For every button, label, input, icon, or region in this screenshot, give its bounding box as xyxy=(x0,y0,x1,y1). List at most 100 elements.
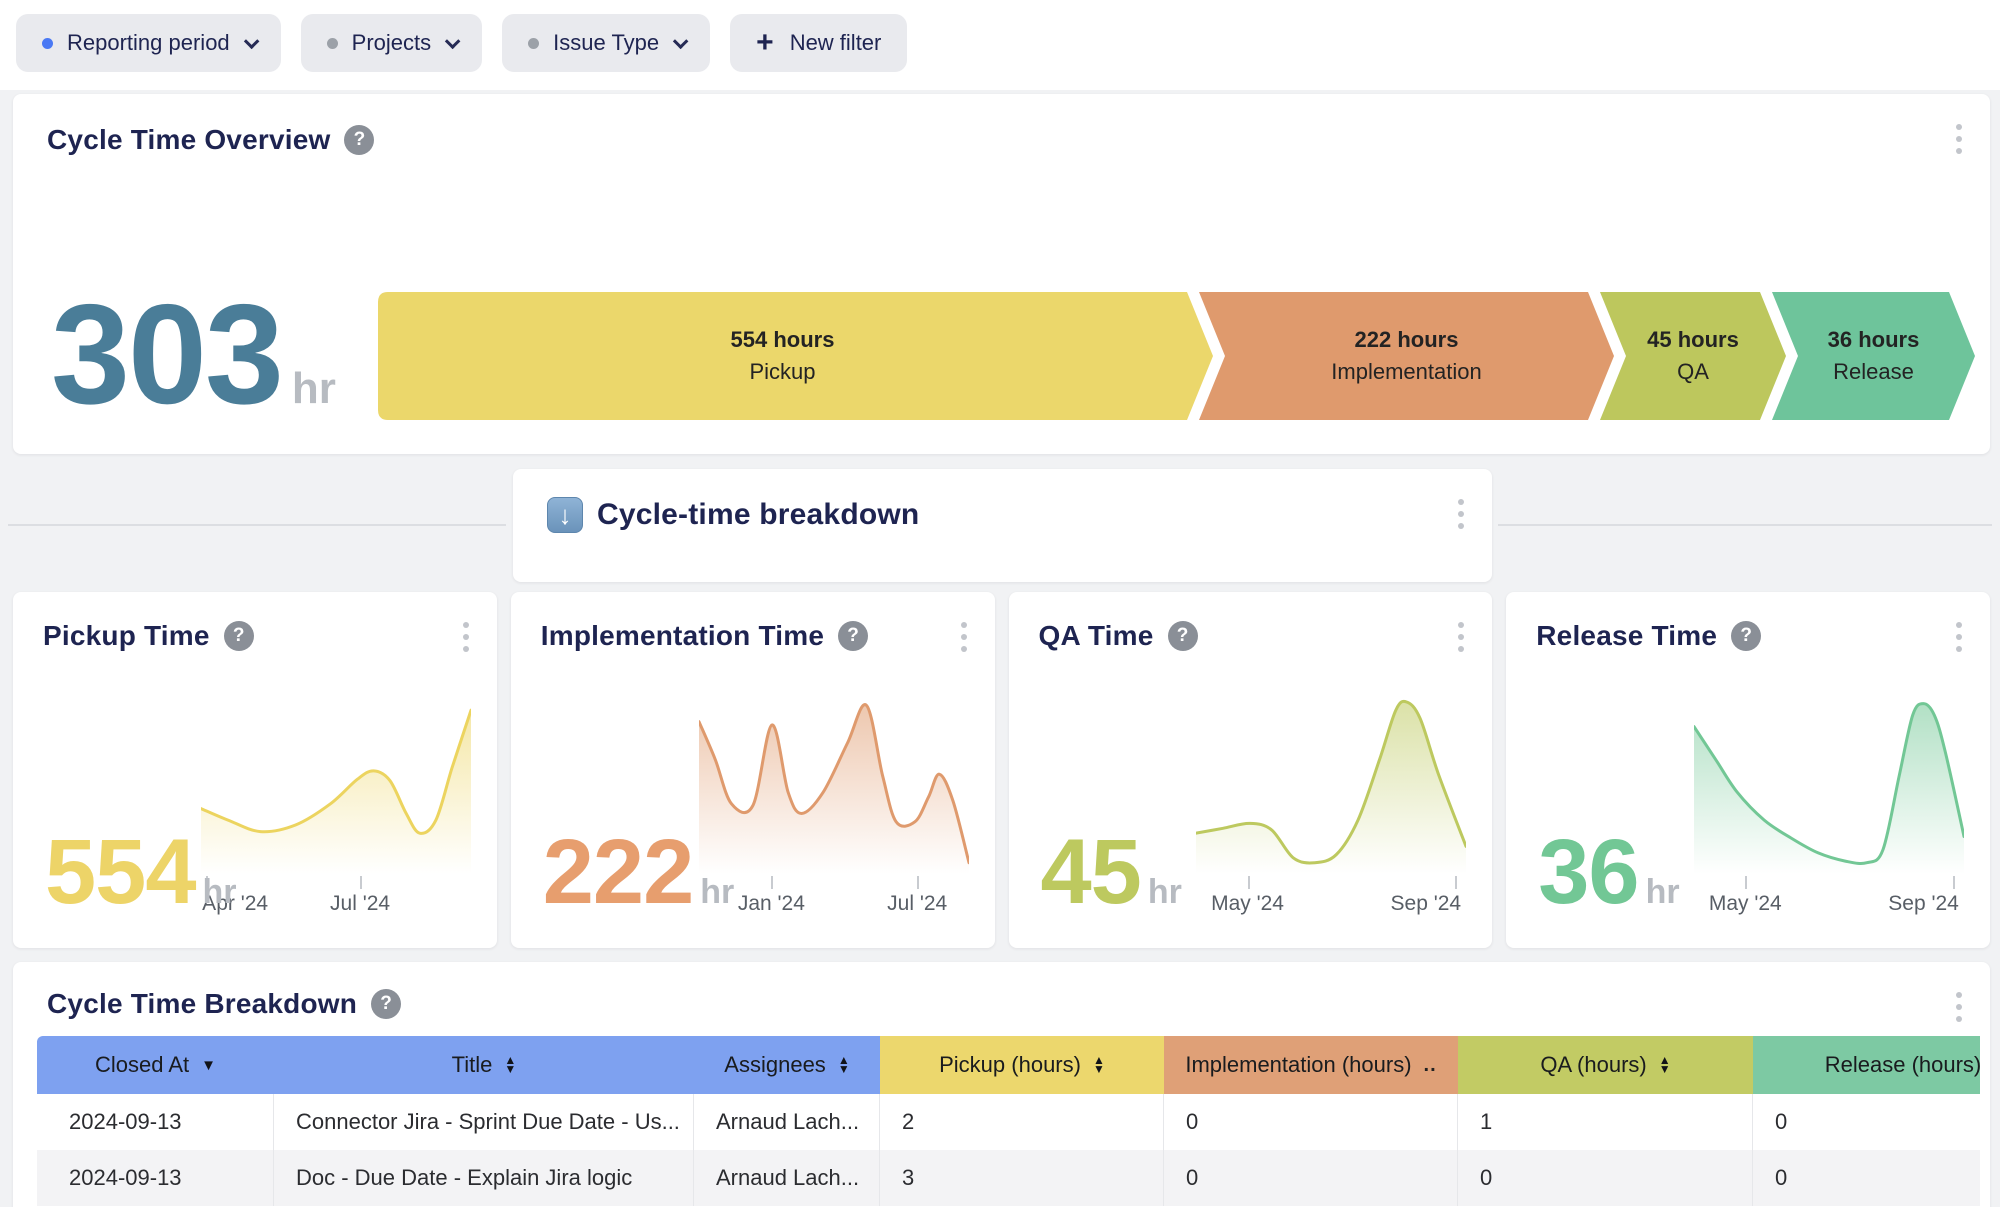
chevron-down-icon xyxy=(244,33,260,49)
column-header-qa-hours-[interactable]: QA (hours) ▲▼ xyxy=(1458,1036,1753,1094)
column-header-assignees[interactable]: Assignees▲▼ xyxy=(694,1036,880,1094)
metric-card-title: Pickup Time xyxy=(43,620,210,652)
column-header-label: Pickup (hours) xyxy=(939,1052,1081,1078)
filter-dot-icon xyxy=(528,38,539,49)
help-icon[interactable]: ? xyxy=(1168,621,1198,651)
cycle-time-funnel: 554 hoursPickup222 hoursImplementation45… xyxy=(378,292,1988,420)
filter-bar: Reporting period Projects Issue Type + N… xyxy=(16,14,907,72)
help-icon[interactable]: ? xyxy=(371,989,401,1019)
sparkline-chart xyxy=(201,696,471,874)
column-header-label: Implementation (hours) xyxy=(1185,1052,1411,1078)
table-cell: Arnaud Lach... xyxy=(694,1150,880,1206)
cycle-time-breakdown-header-card: ↓ Cycle-time breakdown xyxy=(513,469,1492,582)
cycle-time-overview-card: Cycle Time Overview ? 303 hr 554 hoursPi… xyxy=(13,94,1990,454)
table-row[interactable]: 2024-09-13Connector Jira - Sprint Due Da… xyxy=(37,1094,1980,1150)
x-axis-label: Jul '24 xyxy=(330,892,390,916)
tick-mark xyxy=(917,876,919,889)
plus-icon: + xyxy=(756,28,774,58)
new-filter-button[interactable]: + New filter xyxy=(730,14,907,72)
chevron-down-icon xyxy=(673,33,689,49)
filter-button-issue-type[interactable]: Issue Type xyxy=(502,14,710,72)
column-header-label: Release (hours) xyxy=(1825,1052,1980,1078)
filter-dot-icon xyxy=(42,38,53,49)
tick-mark xyxy=(360,876,362,889)
metric-card-title: Implementation Time xyxy=(541,620,824,652)
table-body: 2024-09-13Connector Jira - Sprint Due Da… xyxy=(37,1094,1980,1206)
tick-mark xyxy=(1953,876,1955,889)
kebab-menu-icon[interactable] xyxy=(1452,616,1470,658)
x-axis-label: May '24 xyxy=(1709,892,1782,916)
metric-card-pickup-time: Pickup Time ? Apr '24Jul '24 554 hr xyxy=(13,592,497,948)
help-icon[interactable]: ? xyxy=(344,125,374,155)
total-cycle-time: 303 hr xyxy=(51,284,336,426)
help-icon[interactable]: ? xyxy=(1731,621,1761,651)
metric-value: 45 hr xyxy=(1041,826,1182,918)
sparkline-chart xyxy=(699,696,969,874)
x-axis-label: Jul '24 xyxy=(887,892,947,916)
filter-dot-icon xyxy=(327,38,338,49)
x-axis-ticks: Apr '24Jul '24 xyxy=(201,876,471,926)
column-header-label: Closed At xyxy=(95,1052,189,1078)
kebab-menu-icon[interactable] xyxy=(457,616,475,658)
x-axis-label: Jan '24 xyxy=(738,892,805,916)
x-axis-label: Sep '24 xyxy=(1391,892,1462,916)
metric-card-title: Release Time xyxy=(1536,620,1717,652)
kebab-menu-icon[interactable] xyxy=(1950,986,1968,1028)
column-header-title[interactable]: Title ▲▼ xyxy=(274,1036,694,1094)
filter-button-reporting-period[interactable]: Reporting period xyxy=(16,14,281,72)
table-cell: 0 xyxy=(1164,1094,1458,1150)
filter-button-projects[interactable]: Projects xyxy=(301,14,482,72)
tick-mark xyxy=(1745,876,1747,889)
column-header-release-hours-[interactable]: Release (hours) xyxy=(1753,1036,1980,1094)
metric-value: 36 hr xyxy=(1538,826,1679,918)
table-cell: 0 xyxy=(1164,1150,1458,1206)
metric-card-title: QA Time xyxy=(1039,620,1154,652)
table-cell: 2 xyxy=(880,1094,1164,1150)
help-icon[interactable]: ? xyxy=(224,621,254,651)
sort-icon: ▲▼ xyxy=(838,1056,850,1074)
table-cell: 2024-09-13 xyxy=(37,1094,274,1150)
x-axis-ticks: Jan '24 Jul '24 xyxy=(699,876,969,926)
breakdown-table: Closed At▼Title▲▼Assignees▲▼Pickup (hour… xyxy=(37,1036,1980,1206)
column-header-pickup-hours-[interactable]: Pickup (hours) ▲▼ xyxy=(880,1036,1164,1094)
kebab-menu-icon[interactable] xyxy=(1950,616,1968,658)
table-cell: 2024-09-13 xyxy=(37,1150,274,1206)
chevron-down-icon xyxy=(445,33,461,49)
help-icon[interactable]: ? xyxy=(838,621,868,651)
divider-line-left xyxy=(8,524,506,526)
kebab-menu-icon[interactable] xyxy=(1452,493,1470,535)
table-cell: Connector Jira - Sprint Due Date - Us... xyxy=(274,1094,694,1150)
tick-mark xyxy=(1248,876,1250,889)
table-row[interactable]: 2024-09-13Doc - Due Date - Explain Jira … xyxy=(37,1150,1980,1206)
column-header-label: QA (hours) xyxy=(1540,1052,1646,1078)
sort-truncated-icon: .. xyxy=(1424,1054,1437,1077)
metric-value: 554 hr xyxy=(45,826,237,918)
x-axis-ticks: May '24 Sep '24 xyxy=(1694,876,1964,926)
sort-icon: ▲▼ xyxy=(504,1056,516,1074)
column-header-implementation-hours-[interactable]: Implementation (hours).. xyxy=(1164,1036,1458,1094)
metric-card-release-time: Release Time ? May '24 Sep '24 36 hr xyxy=(1506,592,1990,948)
metric-value: 222 hr xyxy=(543,826,735,918)
table-cell: 1 xyxy=(1458,1094,1753,1150)
x-axis-label: Sep '24 xyxy=(1888,892,1959,916)
funnel-label-qa: 45 hoursQA xyxy=(1626,292,1760,420)
total-cycle-time-value: 303 xyxy=(51,284,282,426)
kebab-menu-icon[interactable] xyxy=(955,616,973,658)
column-header-closed-at[interactable]: Closed At▼ xyxy=(37,1036,274,1094)
metric-cards-row: Pickup Time ? Apr '24Jul '24 554 hr Impl… xyxy=(13,592,1990,948)
column-header-label: Title xyxy=(452,1052,493,1078)
new-filter-label: New filter xyxy=(790,30,882,56)
table-cell: Arnaud Lach... xyxy=(694,1094,880,1150)
table-cell: 3 xyxy=(880,1150,1164,1206)
funnel-label-release: 36 hoursRelease xyxy=(1798,292,1949,420)
funnel-labels: 554 hoursPickup222 hoursImplementation45… xyxy=(378,292,1988,420)
x-axis-label: May '24 xyxy=(1211,892,1284,916)
table-title: Cycle Time Breakdown xyxy=(47,988,357,1020)
table-cell: Doc - Due Date - Explain Jira logic xyxy=(274,1150,694,1206)
kebab-menu-icon[interactable] xyxy=(1950,118,1968,160)
total-cycle-time-unit: hr xyxy=(292,364,336,414)
sort-icon: ▲▼ xyxy=(1659,1056,1671,1074)
table-cell: 0 xyxy=(1753,1094,1980,1150)
tick-mark xyxy=(1455,876,1457,889)
sort-icon: ▲▼ xyxy=(1093,1056,1105,1074)
